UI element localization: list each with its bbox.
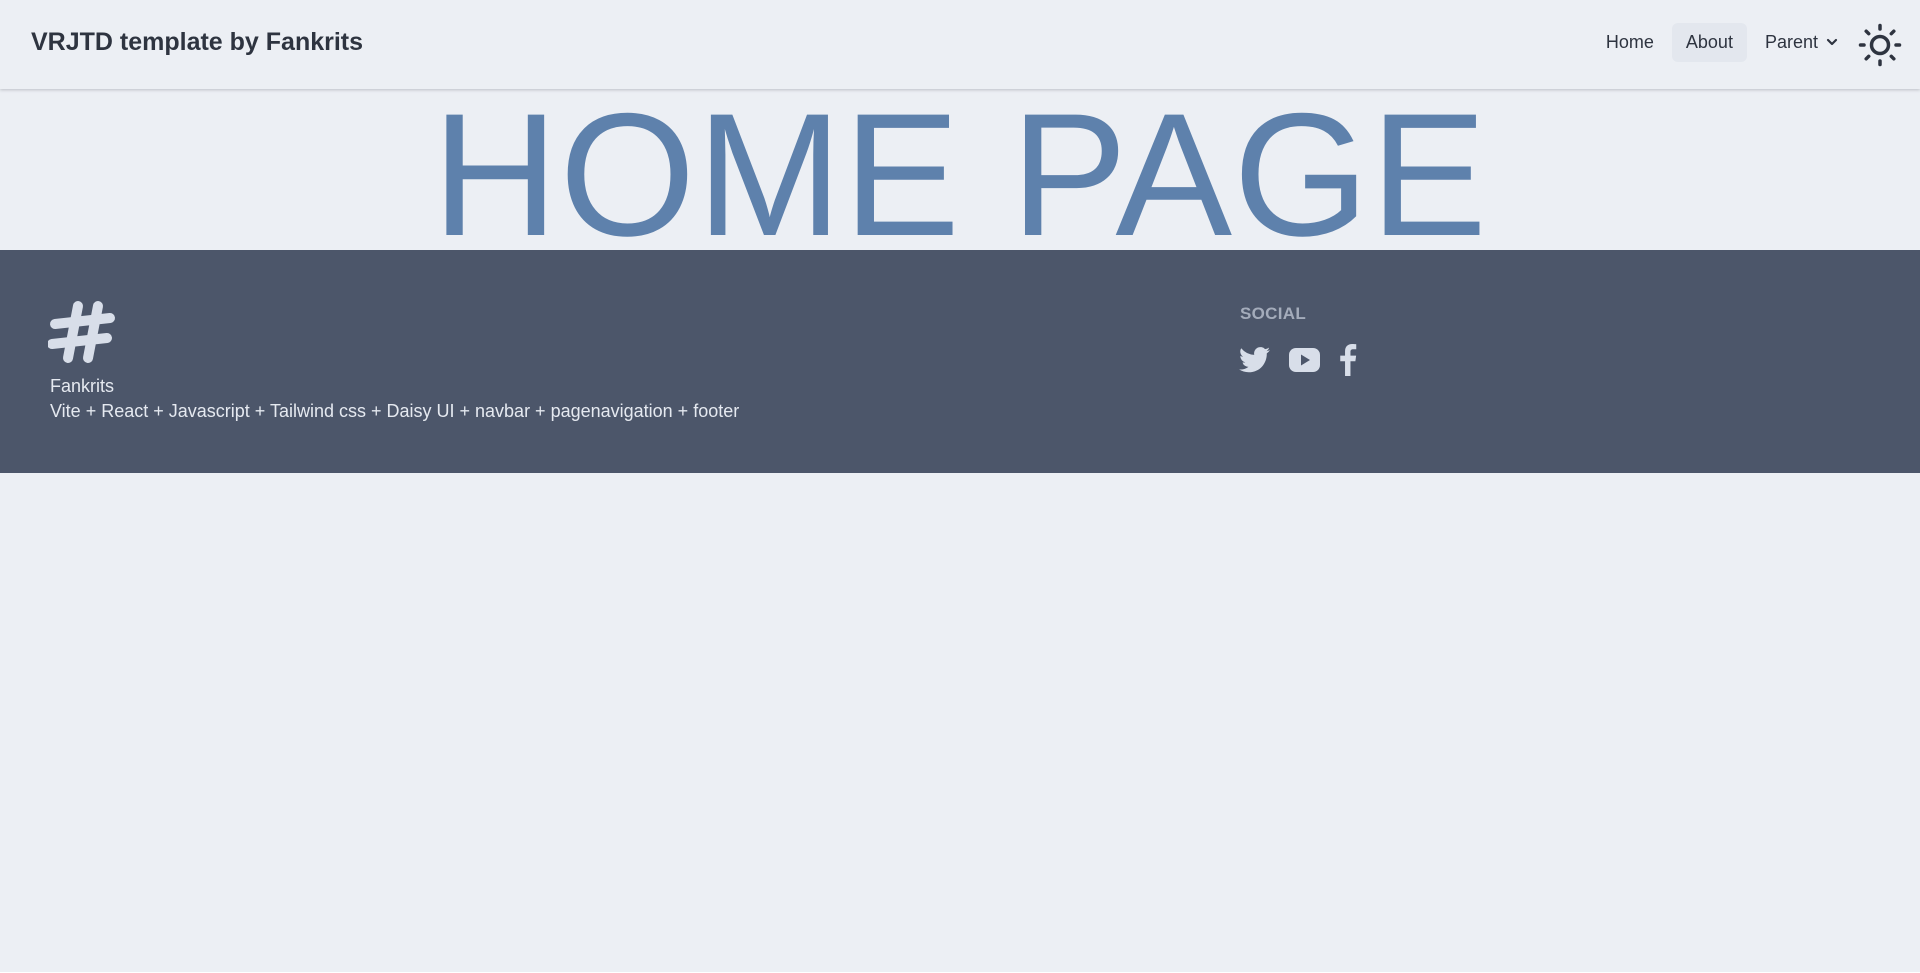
social-heading: SOCIAL [1240,304,1307,323]
theme-toggle-button[interactable] [1858,23,1902,67]
footer-company-name: Fankrits [50,376,115,396]
hashtag-icon [48,298,116,366]
facebook-icon[interactable] [1339,344,1357,376]
nav-item-label: About [1685,31,1733,52]
twitter-icon[interactable] [1239,347,1270,373]
footer-description: Vite + React + Javascript + Tailwind css… [50,401,740,421]
brand-link[interactable]: VRJTD template by Fankrits [31,28,363,57]
nav-item-about[interactable]: About [1671,22,1747,62]
youtube-icon[interactable] [1289,348,1320,372]
navbar: VRJTD template by Fankrits Home About Pa… [0,0,1920,89]
nav-item-label: Home [1605,31,1654,52]
nav-item-home[interactable]: Home [1592,23,1668,62]
chevron-down-icon [1826,36,1838,48]
hero-section: HOME PAGE [0,89,1920,250]
nav-item-label: Parent [1764,31,1818,52]
footer: Fankrits Vite + React + Javascript + Tai… [0,250,1920,473]
nav-menu: Home About Parent [1592,22,1852,62]
page-title: HOME PAGE [432,89,1488,250]
sun-icon [1858,23,1902,67]
nav-item-parent-dropdown[interactable]: Parent [1751,23,1852,62]
social-links [1239,344,1357,376]
